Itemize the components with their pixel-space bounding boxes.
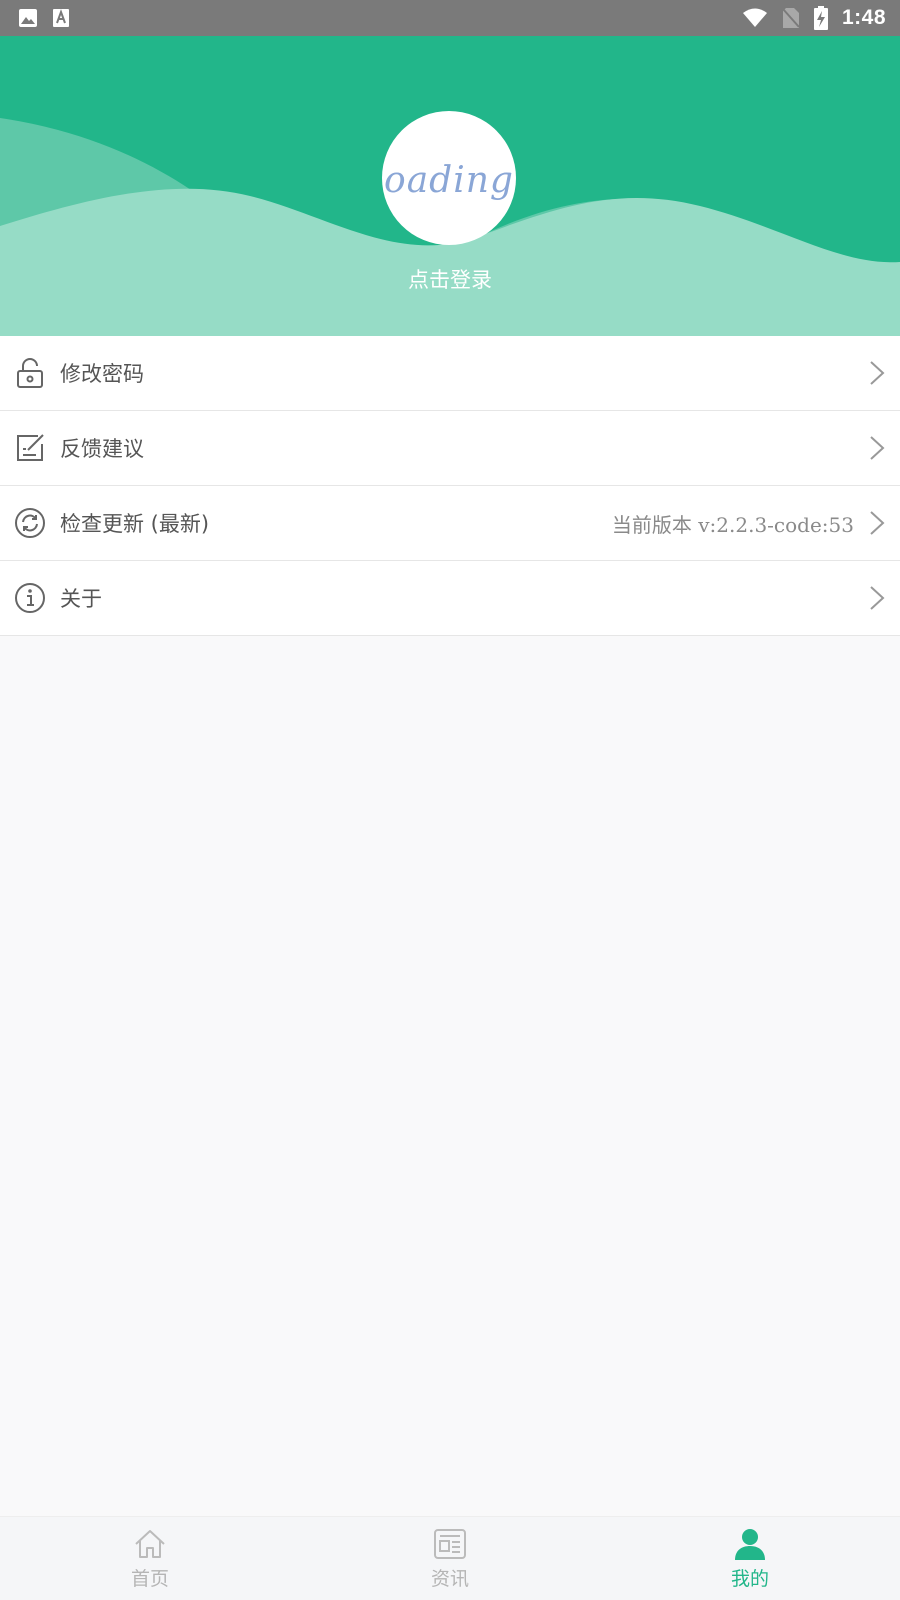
status-right: 1:48 <box>742 6 886 30</box>
home-icon <box>135 1530 165 1558</box>
menu-label: 检查更新 (最新) <box>60 512 210 536</box>
menu-item-check-update[interactable]: 检查更新 (最新) 当前版本 v:2.2.3-code:53 <box>0 486 900 561</box>
profile-header: oading 点击登录 <box>0 36 900 336</box>
avatar-text: oading <box>384 159 514 201</box>
status-time: 1:48 <box>841 6 886 29</box>
menu-item-change-password[interactable]: 修改密码 <box>0 336 900 411</box>
status-left <box>18 8 70 28</box>
feedback-edit-icon <box>17 434 44 461</box>
wifi-icon <box>742 8 767 27</box>
nav-label: 首页 <box>130 1568 169 1590</box>
info-icon <box>15 583 45 613</box>
nav-label: 资讯 <box>430 1568 469 1590</box>
no-sim-icon <box>782 8 800 28</box>
menu-item-about[interactable]: 关于 <box>0 561 900 636</box>
chevron-right-icon <box>870 361 885 385</box>
nav-item-news[interactable]: 资讯 <box>300 1517 600 1600</box>
avatar[interactable]: oading <box>382 111 516 245</box>
status-bar: 1:48 <box>0 0 900 36</box>
image-icon <box>19 9 37 27</box>
menu-item-feedback[interactable]: 反馈建议 <box>0 411 900 486</box>
login-link[interactable]: 点击登录 <box>0 264 900 294</box>
nav-item-mine[interactable]: 我的 <box>600 1517 900 1600</box>
settings-menu: 修改密码 反馈建议 检查更新 (最新) 当前版本 v:2.2.3-code:53… <box>0 336 900 636</box>
battery-charging-icon <box>813 6 828 30</box>
chevron-right-icon <box>870 436 885 460</box>
version-value: 当前版本 v:2.2.3-code:53 <box>611 512 854 537</box>
profile-screen: 1:48 oading 点击登录 修改密码 反馈建议 检查更新 (最新) 当前版… <box>0 0 900 1600</box>
menu-label: 关于 <box>60 587 102 611</box>
news-icon <box>434 1529 466 1559</box>
chevron-right-icon <box>870 586 885 610</box>
lock-open-icon <box>17 358 43 388</box>
nav-label: 我的 <box>730 1568 769 1590</box>
bottom-nav: 首页 资讯 我的 <box>0 1516 900 1600</box>
chevron-right-icon <box>870 511 885 535</box>
font-icon <box>53 9 69 27</box>
menu-label: 修改密码 <box>60 362 144 386</box>
user-icon <box>735 1529 765 1560</box>
refresh-icon <box>15 508 45 538</box>
nav-item-home[interactable]: 首页 <box>0 1517 300 1600</box>
menu-label: 反馈建议 <box>60 437 144 461</box>
